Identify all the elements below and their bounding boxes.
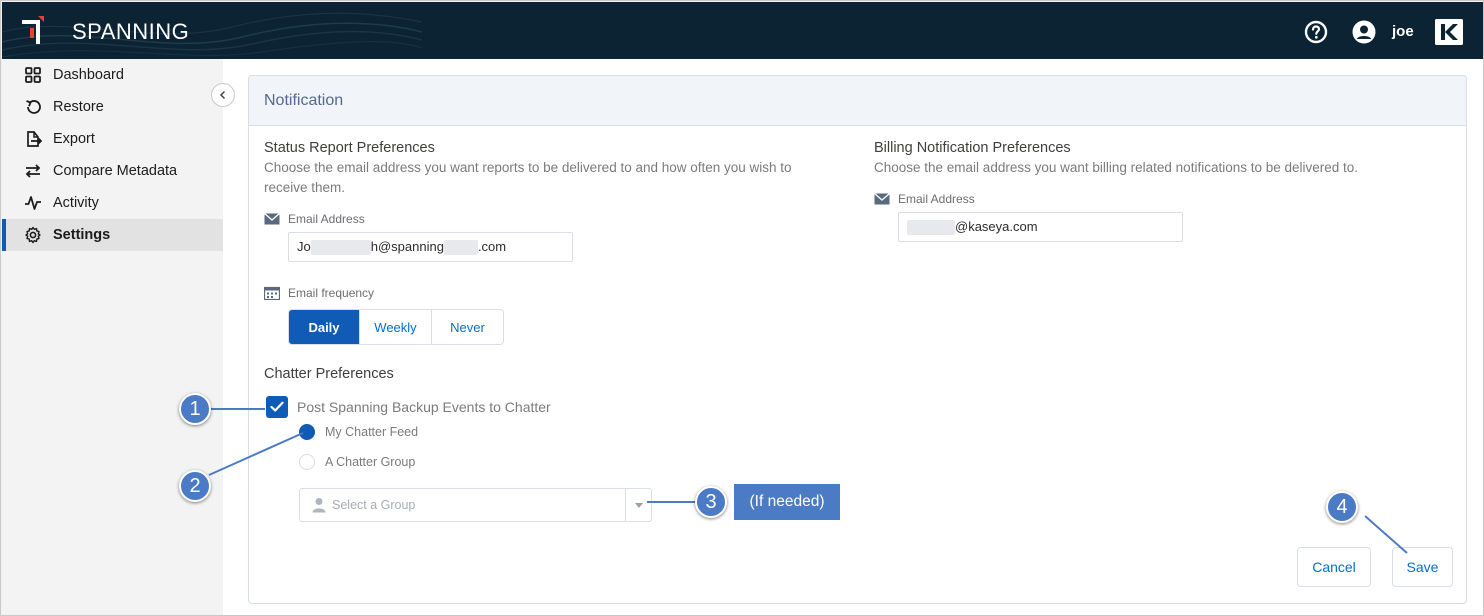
caret-down-icon xyxy=(634,502,643,508)
chatter-group-placeholder: Select a Group xyxy=(332,498,416,512)
sidebar-item-label: Export xyxy=(53,131,95,147)
sidebar-item-label: Activity xyxy=(53,195,99,211)
sidebar-item-label: Compare Metadata xyxy=(53,163,178,179)
email-suffix: .com xyxy=(477,239,507,254)
brand-name: SPANNING xyxy=(72,19,190,44)
envelope-icon xyxy=(874,193,890,205)
if-needed-note: (If needed) xyxy=(734,484,840,520)
select-caret[interactable] xyxy=(625,489,651,521)
activity-icon xyxy=(24,194,42,212)
notification-card: Notification Status Report Preferences C… xyxy=(248,75,1467,604)
frequency-weekly-button[interactable]: Weekly xyxy=(360,310,432,344)
sidebar-item-label: Restore xyxy=(53,99,104,115)
compare-icon xyxy=(24,162,42,180)
save-button[interactable]: Save xyxy=(1392,547,1453,587)
billing-email-input[interactable]: @kaseya.com xyxy=(898,212,1183,242)
checkmark-icon xyxy=(270,401,284,412)
export-icon xyxy=(24,130,42,148)
sidebar-item-label: Settings xyxy=(53,227,111,243)
sidebar-item-label: Dashboard xyxy=(53,67,124,83)
frequency-never-button[interactable]: Never xyxy=(432,310,503,344)
billing-email-suffix: @kaseya.com xyxy=(955,219,1038,234)
card-title-text: Notification xyxy=(264,91,344,109)
gear-icon xyxy=(24,226,42,244)
collapse-sidebar-button[interactable] xyxy=(211,83,235,107)
callout-1: 1 xyxy=(179,393,211,425)
billing-email-label: Email Address xyxy=(874,192,975,206)
help-icon[interactable] xyxy=(1304,20,1328,44)
grid-icon xyxy=(24,66,42,84)
radio-chatter-group[interactable] xyxy=(299,454,315,470)
callout-2: 2 xyxy=(179,470,211,502)
sidebar: Dashboard Restore Export Compare Metadat… xyxy=(2,59,223,615)
billing-title: Billing Notification Preferences xyxy=(874,140,1071,156)
post-to-chatter-label: Post Spanning Backup Events to Chatter xyxy=(297,399,551,415)
top-bar: SPANNING joe xyxy=(2,2,1483,59)
main-content: Notification Status Report Preferences C… xyxy=(223,59,1483,615)
cancel-button[interactable]: Cancel xyxy=(1297,547,1371,587)
sidebar-item-activity[interactable]: Activity xyxy=(2,187,223,219)
frequency-daily-button[interactable]: Daily xyxy=(289,310,360,344)
email-frequency-label: Email frequency xyxy=(264,286,374,300)
calendar-icon xyxy=(264,286,280,300)
radio-chatter-group-label: A Chatter Group xyxy=(325,455,416,469)
sidebar-item-compare-metadata[interactable]: Compare Metadata xyxy=(2,155,223,187)
header-wave-decoration xyxy=(2,12,422,58)
card-title: Notification xyxy=(249,76,1466,126)
status-email-input[interactable]: Jo h@spanning .com xyxy=(288,232,573,262)
sidebar-item-settings[interactable]: Settings xyxy=(2,219,223,251)
user-name[interactable]: joe xyxy=(1392,23,1414,40)
status-email-label: Email Address xyxy=(264,212,365,226)
email-middle: h@spanning xyxy=(370,239,444,254)
email-prefix: Jo xyxy=(297,239,311,254)
billing-email-label-text: Email Address xyxy=(898,192,975,206)
spanning-logo-icon xyxy=(22,16,44,44)
kaseya-logo-icon[interactable] xyxy=(1435,19,1463,45)
email-frequency-label-text: Email frequency xyxy=(288,286,375,300)
radio-my-chatter-feed[interactable] xyxy=(299,424,315,440)
chatter-group-select[interactable]: Select a Group xyxy=(299,488,652,522)
radio-my-chatter-feed-label: My Chatter Feed xyxy=(325,425,419,439)
chatter-title: Chatter Preferences xyxy=(264,366,394,382)
redacted-text xyxy=(310,240,371,256)
app-window: SPANNING joe Dashboard Restore Export Co… xyxy=(0,0,1484,616)
sidebar-item-export[interactable]: Export xyxy=(2,123,223,155)
redacted-text xyxy=(443,240,478,256)
status-report-description: Choose the email address you want report… xyxy=(264,160,792,195)
restore-icon xyxy=(24,98,42,116)
billing-description: Choose the email address you want billin… xyxy=(874,160,1359,175)
status-email-label-text: Email Address xyxy=(288,212,365,226)
sidebar-item-dashboard[interactable]: Dashboard xyxy=(2,59,223,91)
chevron-left-icon xyxy=(219,90,226,100)
email-frequency-toggle: Daily Weekly Never xyxy=(288,309,504,345)
sidebar-item-restore[interactable]: Restore xyxy=(2,91,223,123)
person-icon xyxy=(312,498,326,513)
status-report-title: Status Report Preferences xyxy=(264,140,435,156)
user-avatar-icon[interactable] xyxy=(1352,20,1376,44)
callout-3: 3 xyxy=(695,486,727,518)
envelope-icon xyxy=(264,213,280,225)
callout-4: 4 xyxy=(1326,491,1358,523)
redacted-text xyxy=(907,220,955,236)
post-to-chatter-checkbox[interactable] xyxy=(266,396,288,418)
